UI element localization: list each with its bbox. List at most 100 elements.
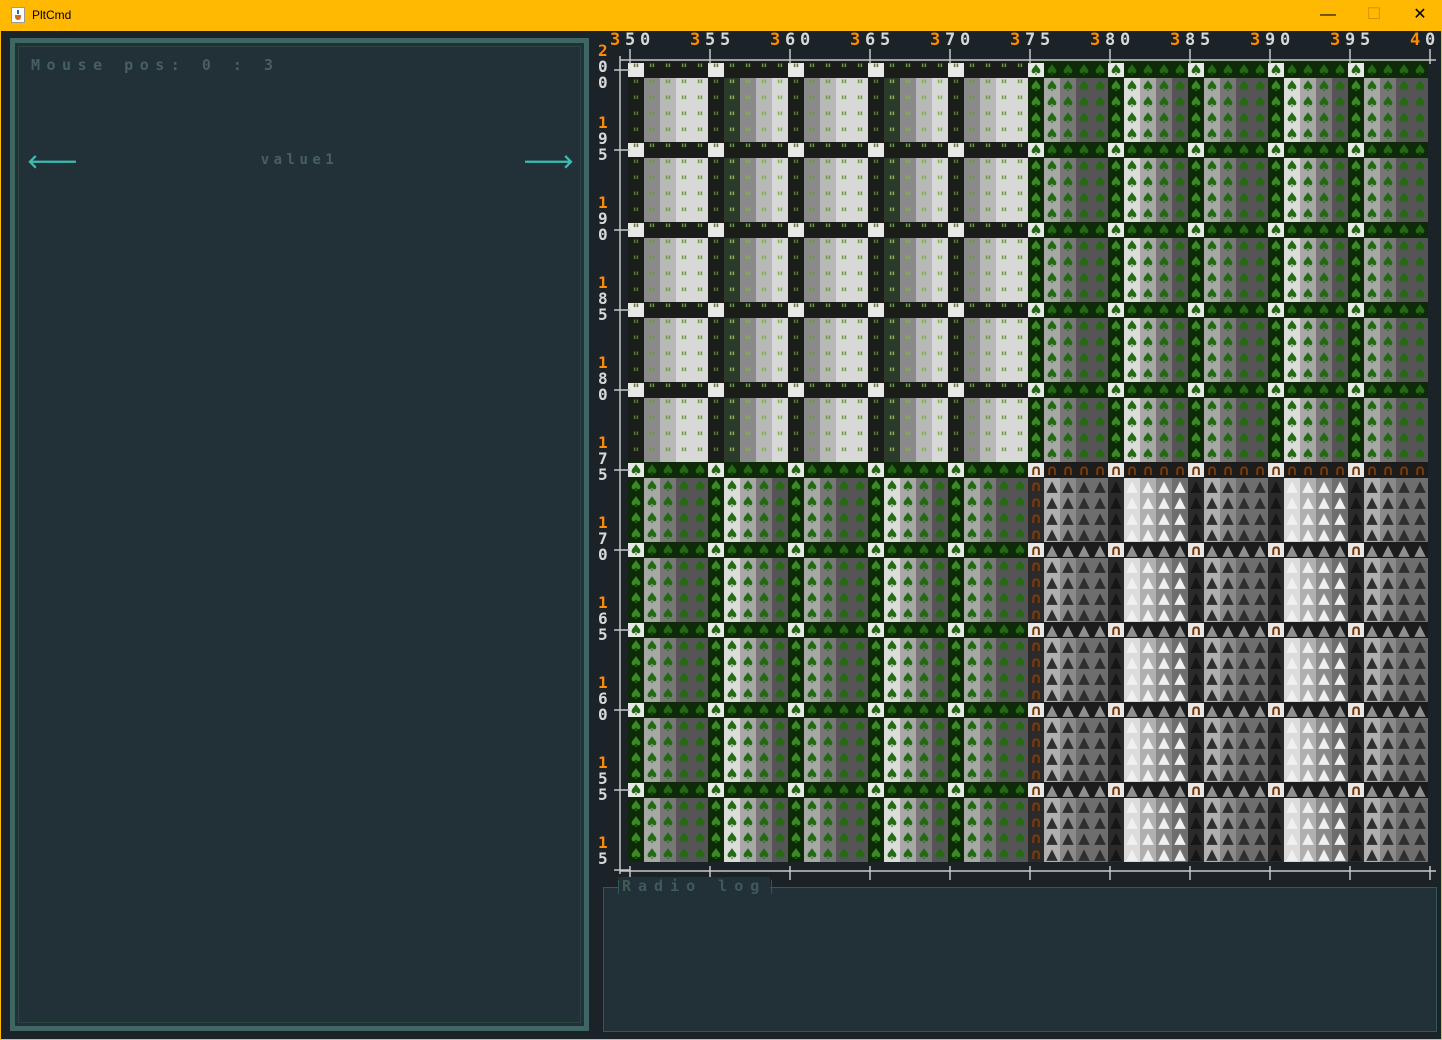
map-block-forest[interactable]: ♠ ♠ ♠ ♠ ♠♠ ♠ ♠ ♠ ♠♠ ♠ ♠ ♠ ♠♠ ♠ ♠ ♠ ♠♠ ♠ ♠ ♠ ♠ [948, 541, 1028, 623]
map-block-mountain[interactable]: ∩ ▲ ▲ ▲ ▲▲ ▲ ▲ ▲ ▲▲ ▲ ▲ ▲ ▲▲ ▲ ▲ ▲ ▲▲ ▲ ▲ ▲ ▲ [1108, 781, 1188, 863]
map-block-forest[interactable]: ♠ ♠ ♠ ♠ ♠♠ ♠ ♠ ♠ ♠♠ ♠ ♠ ♠ ♠♠ ♠ ♠ ♠ ♠♠ ♠ ♠ ♠ ♠ [1348, 61, 1428, 143]
map-block-grass[interactable]: " " " " "" " " " "" " " " "" " " " "" " " " " [708, 222, 788, 302]
map-block-grass[interactable]: " " " " "" " " " "" " " " "" " " " "" " " " " [948, 382, 1028, 462]
map-block-mountain[interactable]: ∩ ▲ ▲ ▲ ▲▲ ▲ ▲ ▲ ▲▲ ▲ ▲ ▲ ▲▲ ▲ ▲ ▲ ▲▲ ▲ ▲ ▲ ▲ [1348, 701, 1428, 783]
map-block-forest[interactable]: ♠ ♠ ♠ ♠ ♠♠ ♠ ♠ ♠ ♠♠ ♠ ♠ ♠ ♠♠ ♠ ♠ ♠ ♠♠ ♠ ♠ ♠ ♠ [1028, 221, 1108, 303]
map-block-grass[interactable]: " " " " "" " " " "" " " " "" " " " "" " " " " [788, 142, 868, 222]
map-block-mountain[interactable]: ∩ ▲ ▲ ▲ ▲▲ ▲ ▲ ▲ ▲▲ ▲ ▲ ▲ ▲▲ ▲ ▲ ▲ ▲▲ ▲ ▲ ▲ ▲ [1268, 781, 1348, 863]
map-block-grass[interactable]: " " " " "" " " " "" " " " "" " " " "" " " " " [708, 302, 788, 382]
map-block-forest[interactable]: ♠ ♠ ♠ ♠ ♠♠ ♠ ♠ ♠ ♠♠ ♠ ♠ ♠ ♠♠ ♠ ♠ ♠ ♠♠ ♠ ♠ ♠ ♠ [1188, 61, 1268, 143]
map-block-forest[interactable]: ♠ ♠ ♠ ♠ ♠♠ ♠ ♠ ♠ ♠♠ ♠ ♠ ♠ ♠♠ ♠ ♠ ♠ ♠♠ ♠ ♠ ♠ ♠ [948, 701, 1028, 783]
map-block-forest[interactable]: ♠ ♠ ♠ ♠ ♠♠ ♠ ♠ ♠ ♠♠ ♠ ♠ ♠ ♠♠ ♠ ♠ ♠ ♠♠ ♠ ♠ ♠ ♠ [708, 621, 788, 703]
map-block-forest[interactable]: ♠ ♠ ♠ ♠ ♠♠ ♠ ♠ ♠ ♠♠ ♠ ♠ ♠ ♠♠ ♠ ♠ ♠ ♠♠ ♠ ♠ ♠ ♠ [708, 701, 788, 783]
map-block-forest[interactable]: ♠ ♠ ♠ ♠ ♠♠ ♠ ♠ ♠ ♠♠ ♠ ♠ ♠ ♠♠ ♠ ♠ ♠ ♠♠ ♠ ♠ ♠ ♠ [708, 461, 788, 543]
map-block-forest[interactable]: ♠ ♠ ♠ ♠ ♠♠ ♠ ♠ ♠ ♠♠ ♠ ♠ ♠ ♠♠ ♠ ♠ ♠ ♠♠ ♠ ♠ ♠ ♠ [868, 461, 948, 543]
map-block-forest[interactable]: ♠ ♠ ♠ ♠ ♠♠ ♠ ♠ ♠ ♠♠ ♠ ♠ ♠ ♠♠ ♠ ♠ ♠ ♠♠ ♠ ♠ ♠ ♠ [1268, 141, 1348, 223]
map-block-forest[interactable]: ♠ ♠ ♠ ♠ ♠♠ ♠ ♠ ♠ ♠♠ ♠ ♠ ♠ ♠♠ ♠ ♠ ♠ ♠♠ ♠ ♠ ♠ ♠ [1188, 141, 1268, 223]
map-block-forest[interactable]: ♠ ♠ ♠ ♠ ♠♠ ♠ ♠ ♠ ♠♠ ♠ ♠ ♠ ♠♠ ♠ ♠ ♠ ♠♠ ♠ ♠ ♠ ♠ [1348, 301, 1428, 383]
map-block-forest[interactable]: ♠ ♠ ♠ ♠ ♠♠ ♠ ♠ ♠ ♠♠ ♠ ♠ ♠ ♠♠ ♠ ♠ ♠ ♠♠ ♠ ♠ ♠ ♠ [628, 621, 708, 703]
map-block-grass[interactable]: " " " " "" " " " "" " " " "" " " " "" " " " " [948, 62, 1028, 142]
map-block-grass[interactable]: " " " " "" " " " "" " " " "" " " " "" " " " " [628, 382, 708, 462]
map-block-forest[interactable]: ♠ ♠ ♠ ♠ ♠♠ ♠ ♠ ♠ ♠♠ ♠ ♠ ♠ ♠♠ ♠ ♠ ♠ ♠♠ ♠ ♠ ♠ ♠ [1108, 221, 1188, 303]
map-block-forest[interactable]: ♠ ♠ ♠ ♠ ♠♠ ♠ ♠ ♠ ♠♠ ♠ ♠ ♠ ♠♠ ♠ ♠ ♠ ♠♠ ♠ ♠ ♠ ♠ [1268, 221, 1348, 303]
map-block-forest[interactable]: ♠ ♠ ♠ ♠ ♠♠ ♠ ♠ ♠ ♠♠ ♠ ♠ ♠ ♠♠ ♠ ♠ ♠ ♠♠ ♠ ♠ ♠ ♠ [628, 701, 708, 783]
map-block-forest[interactable]: ♠ ♠ ♠ ♠ ♠♠ ♠ ♠ ♠ ♠♠ ♠ ♠ ♠ ♠♠ ♠ ♠ ♠ ♠♠ ♠ ♠ ♠ ♠ [1108, 61, 1188, 143]
map-block-grass[interactable]: " " " " "" " " " "" " " " "" " " " "" " " " " [788, 62, 868, 142]
map-block-forest[interactable]: ♠ ♠ ♠ ♠ ♠♠ ♠ ♠ ♠ ♠♠ ♠ ♠ ♠ ♠♠ ♠ ♠ ♠ ♠♠ ♠ ♠ ♠ ♠ [948, 621, 1028, 703]
map-block-forest[interactable]: ♠ ♠ ♠ ♠ ♠♠ ♠ ♠ ♠ ♠♠ ♠ ♠ ♠ ♠♠ ♠ ♠ ♠ ♠♠ ♠ ♠ ♠ ♠ [1348, 381, 1428, 463]
terrain-map[interactable]: " " " " "" " " " "" " " " "" " " " "" " " " "" " " " "" " " " "" " " " "… [594, 31, 1442, 881]
map-block-mountain[interactable]: ∩ ∩ ∩ ∩ ∩▲ ▲ ▲ ▲ ▲▲ ▲ ▲ ▲ ▲▲ ▲ ▲ ▲ ▲▲ ▲ ▲ ▲ ▲ [1108, 461, 1188, 543]
map-block-grass[interactable]: " " " " "" " " " "" " " " "" " " " "" " " " " [788, 222, 868, 302]
map-tiles[interactable]: " " " " "" " " " "" " " " "" " " " "" " " " "" " " " "" " " " "" " " " "… [628, 61, 1428, 863]
map-block-forest[interactable]: ♠ ♠ ♠ ♠ ♠♠ ♠ ♠ ♠ ♠♠ ♠ ♠ ♠ ♠♠ ♠ ♠ ♠ ♠♠ ♠ ♠ ♠ ♠ [628, 461, 708, 543]
map-block-mountain[interactable]: ∩ ▲ ▲ ▲ ▲∩ ▲ ▲ ▲ ▲∩ ▲ ▲ ▲ ▲∩ ▲ ▲ ▲ ▲∩ ▲ ▲ ▲ ▲ [1028, 621, 1108, 703]
map-block-forest[interactable]: ♠ ♠ ♠ ♠ ♠♠ ♠ ♠ ♠ ♠♠ ♠ ♠ ♠ ♠♠ ♠ ♠ ♠ ♠♠ ♠ ♠ ♠ ♠ [868, 621, 948, 703]
map-block-forest[interactable]: ♠ ♠ ♠ ♠ ♠♠ ♠ ♠ ♠ ♠♠ ♠ ♠ ♠ ♠♠ ♠ ♠ ♠ ♠♠ ♠ ♠ ♠ ♠ [788, 621, 868, 703]
map-block-forest[interactable]: ♠ ♠ ♠ ♠ ♠♠ ♠ ♠ ♠ ♠♠ ♠ ♠ ♠ ♠♠ ♠ ♠ ♠ ♠♠ ♠ ♠ ♠ ♠ [628, 781, 708, 863]
map-block-forest[interactable]: ♠ ♠ ♠ ♠ ♠♠ ♠ ♠ ♠ ♠♠ ♠ ♠ ♠ ♠♠ ♠ ♠ ♠ ♠♠ ♠ ♠ ♠ ♠ [1348, 141, 1428, 223]
map-block-forest[interactable]: ♠ ♠ ♠ ♠ ♠♠ ♠ ♠ ♠ ♠♠ ♠ ♠ ♠ ♠♠ ♠ ♠ ♠ ♠♠ ♠ ♠ ♠ ♠ [948, 461, 1028, 543]
map-block-grass[interactable]: " " " " "" " " " "" " " " "" " " " "" " " " " [868, 382, 948, 462]
map-block-forest[interactable]: ♠ ♠ ♠ ♠ ♠♠ ♠ ♠ ♠ ♠♠ ♠ ♠ ♠ ♠♠ ♠ ♠ ♠ ♠♠ ♠ ♠ ♠ ♠ [1268, 301, 1348, 383]
map-block-grass[interactable]: " " " " "" " " " "" " " " "" " " " "" " " " " [948, 302, 1028, 382]
map-block-forest[interactable]: ♠ ♠ ♠ ♠ ♠♠ ♠ ♠ ♠ ♠♠ ♠ ♠ ♠ ♠♠ ♠ ♠ ♠ ♠♠ ♠ ♠ ♠ ♠ [948, 781, 1028, 863]
map-block-grass[interactable]: " " " " "" " " " "" " " " "" " " " "" " " " " [868, 222, 948, 302]
map-block-grass[interactable]: " " " " "" " " " "" " " " "" " " " "" " " " " [788, 302, 868, 382]
map-block-forest[interactable]: ♠ ♠ ♠ ♠ ♠♠ ♠ ♠ ♠ ♠♠ ♠ ♠ ♠ ♠♠ ♠ ♠ ♠ ♠♠ ♠ ♠ ♠ ♠ [788, 781, 868, 863]
map-block-mountain[interactable]: ∩ ▲ ▲ ▲ ▲▲ ▲ ▲ ▲ ▲▲ ▲ ▲ ▲ ▲▲ ▲ ▲ ▲ ▲▲ ▲ ▲ ▲ ▲ [1268, 621, 1348, 703]
map-block-grass[interactable]: " " " " "" " " " "" " " " "" " " " "" " " " " [948, 142, 1028, 222]
map-block-grass[interactable]: " " " " "" " " " "" " " " "" " " " "" " " " " [868, 142, 948, 222]
map-block-mountain[interactable]: ∩ ▲ ▲ ▲ ▲▲ ▲ ▲ ▲ ▲▲ ▲ ▲ ▲ ▲▲ ▲ ▲ ▲ ▲▲ ▲ ▲ ▲ ▲ [1268, 541, 1348, 623]
next-arrow-icon[interactable]: 🡒 [523, 150, 574, 173]
map-block-grass[interactable]: " " " " "" " " " "" " " " "" " " " "" " " " " [948, 222, 1028, 302]
map-block-grass[interactable]: " " " " "" " " " "" " " " "" " " " "" " " " " [628, 302, 708, 382]
map-block-mountain[interactable]: ∩ ▲ ▲ ▲ ▲▲ ▲ ▲ ▲ ▲▲ ▲ ▲ ▲ ▲▲ ▲ ▲ ▲ ▲▲ ▲ ▲ ▲ ▲ [1268, 701, 1348, 783]
map-block-forest[interactable]: ♠ ♠ ♠ ♠ ♠♠ ♠ ♠ ♠ ♠♠ ♠ ♠ ♠ ♠♠ ♠ ♠ ♠ ♠♠ ♠ ♠ ♠ ♠ [1188, 381, 1268, 463]
map-block-forest[interactable]: ♠ ♠ ♠ ♠ ♠♠ ♠ ♠ ♠ ♠♠ ♠ ♠ ♠ ♠♠ ♠ ♠ ♠ ♠♠ ♠ ♠ ♠ ♠ [868, 701, 948, 783]
map-block-grass[interactable]: " " " " "" " " " "" " " " "" " " " "" " " " " [788, 382, 868, 462]
map-block-grass[interactable]: " " " " "" " " " "" " " " "" " " " "" " " " " [708, 62, 788, 142]
map-block-mountain[interactable]: ∩ ▲ ▲ ▲ ▲▲ ▲ ▲ ▲ ▲▲ ▲ ▲ ▲ ▲▲ ▲ ▲ ▲ ▲▲ ▲ ▲ ▲ ▲ [1108, 701, 1188, 783]
map-block-grass[interactable]: " " " " "" " " " "" " " " "" " " " "" " " " " [628, 142, 708, 222]
map-block-forest[interactable]: ♠ ♠ ♠ ♠ ♠♠ ♠ ♠ ♠ ♠♠ ♠ ♠ ♠ ♠♠ ♠ ♠ ♠ ♠♠ ♠ ♠ ♠ ♠ [1108, 141, 1188, 223]
map-block-forest[interactable]: ♠ ♠ ♠ ♠ ♠♠ ♠ ♠ ♠ ♠♠ ♠ ♠ ♠ ♠♠ ♠ ♠ ♠ ♠♠ ♠ ♠ ♠ ♠ [1108, 301, 1188, 383]
map-block-forest[interactable]: ♠ ♠ ♠ ♠ ♠♠ ♠ ♠ ♠ ♠♠ ♠ ♠ ♠ ♠♠ ♠ ♠ ♠ ♠♠ ♠ ♠ ♠ ♠ [628, 541, 708, 623]
map-block-forest[interactable]: ♠ ♠ ♠ ♠ ♠♠ ♠ ♠ ♠ ♠♠ ♠ ♠ ♠ ♠♠ ♠ ♠ ♠ ♠♠ ♠ ♠ ♠ ♠ [1028, 141, 1108, 223]
map-block-forest[interactable]: ♠ ♠ ♠ ♠ ♠♠ ♠ ♠ ♠ ♠♠ ♠ ♠ ♠ ♠♠ ♠ ♠ ♠ ♠♠ ♠ ♠ ♠ ♠ [708, 541, 788, 623]
close-button[interactable]: ✕ [1397, 0, 1442, 31]
map-block-mountain[interactable]: ∩ ▲ ▲ ▲ ▲▲ ▲ ▲ ▲ ▲▲ ▲ ▲ ▲ ▲▲ ▲ ▲ ▲ ▲▲ ▲ ▲ ▲ ▲ [1348, 541, 1428, 623]
minimize-button[interactable]: — [1305, 0, 1351, 31]
map-block-forest[interactable]: ♠ ♠ ♠ ♠ ♠♠ ♠ ♠ ♠ ♠♠ ♠ ♠ ♠ ♠♠ ♠ ♠ ♠ ♠♠ ♠ ♠ ♠ ♠ [868, 541, 948, 623]
map-block-forest[interactable]: ♠ ♠ ♠ ♠ ♠♠ ♠ ♠ ♠ ♠♠ ♠ ♠ ♠ ♠♠ ♠ ♠ ♠ ♠♠ ♠ ♠ ♠ ♠ [788, 461, 868, 543]
map-block-mountain[interactable]: ∩ ▲ ▲ ▲ ▲▲ ▲ ▲ ▲ ▲▲ ▲ ▲ ▲ ▲▲ ▲ ▲ ▲ ▲▲ ▲ ▲ ▲ ▲ [1108, 621, 1188, 703]
map-block-forest[interactable]: ♠ ♠ ♠ ♠ ♠♠ ♠ ♠ ♠ ♠♠ ♠ ♠ ♠ ♠♠ ♠ ♠ ♠ ♠♠ ♠ ♠ ♠ ♠ [1268, 381, 1348, 463]
map-block-mountain[interactable]: ∩ ▲ ▲ ▲ ▲▲ ▲ ▲ ▲ ▲▲ ▲ ▲ ▲ ▲▲ ▲ ▲ ▲ ▲▲ ▲ ▲ ▲ ▲ [1188, 541, 1268, 623]
map-block-mountain[interactable]: ∩ ▲ ▲ ▲ ▲∩ ▲ ▲ ▲ ▲∩ ▲ ▲ ▲ ▲∩ ▲ ▲ ▲ ▲∩ ▲ ▲ ▲ ▲ [1028, 781, 1108, 863]
map-block-forest[interactable]: ♠ ♠ ♠ ♠ ♠♠ ♠ ♠ ♠ ♠♠ ♠ ♠ ♠ ♠♠ ♠ ♠ ♠ ♠♠ ♠ ♠ ♠ ♠ [1348, 221, 1428, 303]
map-block-mountain[interactable]: ∩ ▲ ▲ ▲ ▲∩ ▲ ▲ ▲ ▲∩ ▲ ▲ ▲ ▲∩ ▲ ▲ ▲ ▲∩ ▲ ▲ ▲ ▲ [1028, 701, 1108, 783]
map-block-mountain[interactable]: ∩ ∩ ∩ ∩ ∩∩ ▲ ▲ ▲ ▲∩ ▲ ▲ ▲ ▲∩ ▲ ▲ ▲ ▲∩ ▲ ▲ ▲ ▲ [1028, 461, 1108, 543]
map-block-grass[interactable]: " " " " "" " " " "" " " " "" " " " "" " " " " [868, 62, 948, 142]
map-block-mountain[interactable]: ∩ ▲ ▲ ▲ ▲▲ ▲ ▲ ▲ ▲▲ ▲ ▲ ▲ ▲▲ ▲ ▲ ▲ ▲▲ ▲ ▲ ▲ ▲ [1348, 781, 1428, 863]
map-block-mountain[interactable]: ∩ ∩ ∩ ∩ ∩▲ ▲ ▲ ▲ ▲▲ ▲ ▲ ▲ ▲▲ ▲ ▲ ▲ ▲▲ ▲ ▲ ▲ ▲ [1268, 461, 1348, 543]
map-block-mountain[interactable]: ∩ ▲ ▲ ▲ ▲▲ ▲ ▲ ▲ ▲▲ ▲ ▲ ▲ ▲▲ ▲ ▲ ▲ ▲▲ ▲ ▲ ▲ ▲ [1188, 621, 1268, 703]
map-block-mountain[interactable]: ∩ ▲ ▲ ▲ ▲▲ ▲ ▲ ▲ ▲▲ ▲ ▲ ▲ ▲▲ ▲ ▲ ▲ ▲▲ ▲ ▲ ▲ ▲ [1188, 781, 1268, 863]
map-block-mountain[interactable]: ∩ ∩ ∩ ∩ ∩▲ ▲ ▲ ▲ ▲▲ ▲ ▲ ▲ ▲▲ ▲ ▲ ▲ ▲▲ ▲ ▲ ▲ ▲ [1348, 461, 1428, 543]
map-block-grass[interactable]: " " " " "" " " " "" " " " "" " " " "" " " " " [628, 62, 708, 142]
map-block-forest[interactable]: ♠ ♠ ♠ ♠ ♠♠ ♠ ♠ ♠ ♠♠ ♠ ♠ ♠ ♠♠ ♠ ♠ ♠ ♠♠ ♠ ♠ ♠ ♠ [788, 541, 868, 623]
map-block-mountain[interactable]: ∩ ∩ ∩ ∩ ∩▲ ▲ ▲ ▲ ▲▲ ▲ ▲ ▲ ▲▲ ▲ ▲ ▲ ▲▲ ▲ ▲ ▲ ▲ [1188, 461, 1268, 543]
map-block-grass[interactable]: " " " " "" " " " "" " " " "" " " " "" " " " " [708, 382, 788, 462]
map-block-forest[interactable]: ♠ ♠ ♠ ♠ ♠♠ ♠ ♠ ♠ ♠♠ ♠ ♠ ♠ ♠♠ ♠ ♠ ♠ ♠♠ ♠ ♠ ♠ ♠ [708, 781, 788, 863]
map-block-forest[interactable]: ♠ ♠ ♠ ♠ ♠♠ ♠ ♠ ♠ ♠♠ ♠ ♠ ♠ ♠♠ ♠ ♠ ♠ ♠♠ ♠ ♠ ♠ ♠ [1268, 61, 1348, 143]
maximize-button[interactable]: ☐ [1351, 0, 1397, 31]
map-block-mountain[interactable]: ∩ ▲ ▲ ▲ ▲▲ ▲ ▲ ▲ ▲▲ ▲ ▲ ▲ ▲▲ ▲ ▲ ▲ ▲▲ ▲ ▲ ▲ ▲ [1188, 701, 1268, 783]
map-block-forest[interactable]: ♠ ♠ ♠ ♠ ♠♠ ♠ ♠ ♠ ♠♠ ♠ ♠ ♠ ♠♠ ♠ ♠ ♠ ♠♠ ♠ ♠ ♠ ♠ [1028, 61, 1108, 143]
map-block-forest[interactable]: ♠ ♠ ♠ ♠ ♠♠ ♠ ♠ ♠ ♠♠ ♠ ♠ ♠ ♠♠ ♠ ♠ ♠ ♠♠ ♠ ♠ ♠ ♠ [1108, 381, 1188, 463]
map-block-forest[interactable]: ♠ ♠ ♠ ♠ ♠♠ ♠ ♠ ♠ ♠♠ ♠ ♠ ♠ ♠♠ ♠ ♠ ♠ ♠♠ ♠ ♠ ♠ ♠ [1188, 221, 1268, 303]
map-block-mountain[interactable]: ∩ ▲ ▲ ▲ ▲▲ ▲ ▲ ▲ ▲▲ ▲ ▲ ▲ ▲▲ ▲ ▲ ▲ ▲▲ ▲ ▲ ▲ ▲ [1348, 621, 1428, 703]
map-block-mountain[interactable]: ∩ ▲ ▲ ▲ ▲▲ ▲ ▲ ▲ ▲▲ ▲ ▲ ▲ ▲▲ ▲ ▲ ▲ ▲▲ ▲ ▲ ▲ ▲ [1108, 541, 1188, 623]
map-block-forest[interactable]: ♠ ♠ ♠ ♠ ♠♠ ♠ ♠ ♠ ♠♠ ♠ ♠ ♠ ♠♠ ♠ ♠ ♠ ♠♠ ♠ ♠ ♠ ♠ [868, 781, 948, 863]
map-block-mountain[interactable]: ∩ ▲ ▲ ▲ ▲∩ ▲ ▲ ▲ ▲∩ ▲ ▲ ▲ ▲∩ ▲ ▲ ▲ ▲∩ ▲ ▲ ▲ ▲ [1028, 541, 1108, 623]
map-block-grass[interactable]: " " " " "" " " " "" " " " "" " " " "" " " " " [708, 142, 788, 222]
